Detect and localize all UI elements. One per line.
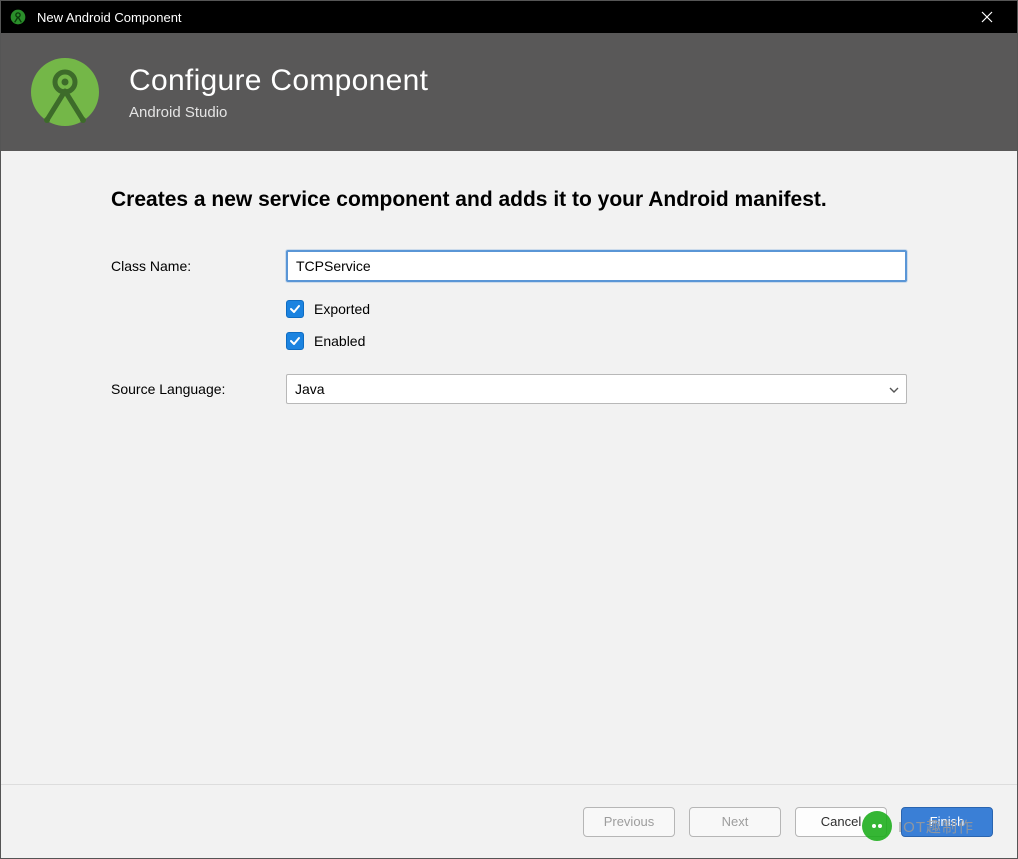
- source-language-row: Source Language: Java: [111, 374, 907, 404]
- class-name-input[interactable]: [286, 250, 907, 282]
- banner: Configure Component Android Studio: [1, 33, 1017, 151]
- class-name-label: Class Name:: [111, 258, 286, 274]
- title-bar: New Android Component: [1, 1, 1017, 33]
- finish-button[interactable]: Finish: [901, 807, 993, 837]
- next-button[interactable]: Next: [689, 807, 781, 837]
- android-studio-icon: [9, 8, 27, 26]
- banner-title: Configure Component: [129, 64, 428, 98]
- source-language-label: Source Language:: [111, 381, 286, 397]
- banner-text: Configure Component Android Studio: [129, 64, 428, 121]
- source-language-select[interactable]: Java: [286, 374, 907, 404]
- close-button[interactable]: [965, 1, 1009, 33]
- android-studio-logo-icon: [29, 56, 101, 128]
- exported-row: Exported: [286, 300, 907, 318]
- enabled-label: Enabled: [314, 333, 365, 349]
- exported-label: Exported: [314, 301, 370, 317]
- content-area: Creates a new service component and adds…: [1, 151, 1017, 784]
- exported-checkbox[interactable]: [286, 300, 304, 318]
- window-title: New Android Component: [37, 10, 965, 25]
- previous-button[interactable]: Previous: [583, 807, 675, 837]
- cancel-button[interactable]: Cancel: [795, 807, 887, 837]
- enabled-row: Enabled: [286, 332, 907, 350]
- dialog-window: New Android Component Configure Componen…: [0, 0, 1018, 859]
- footer: Previous Next Cancel Finish: [1, 784, 1017, 858]
- banner-subtitle: Android Studio: [129, 104, 428, 121]
- class-name-row: Class Name:: [111, 250, 907, 282]
- enabled-checkbox[interactable]: [286, 332, 304, 350]
- page-description: Creates a new service component and adds…: [111, 185, 907, 214]
